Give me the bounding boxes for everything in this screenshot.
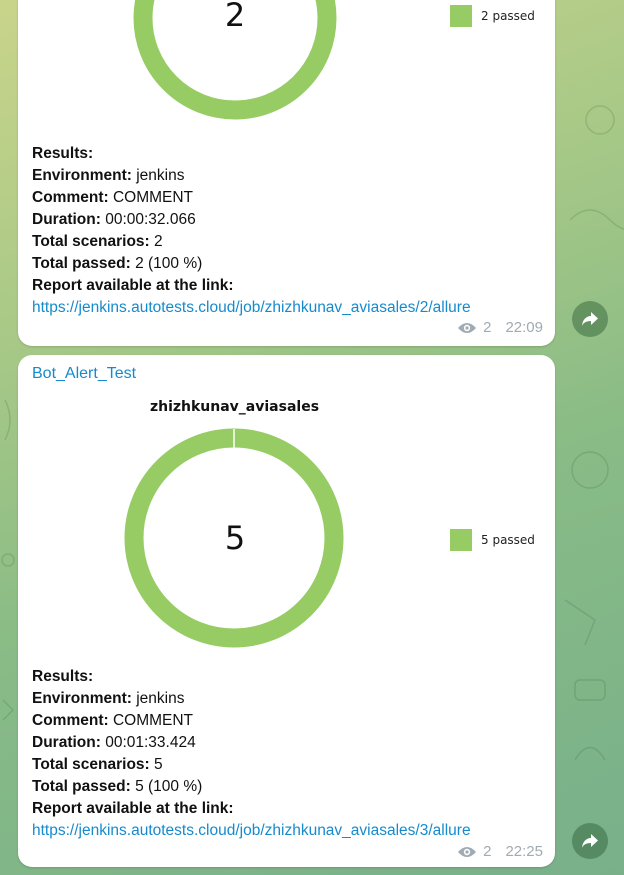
chart-title: zhizhkunav_aviasales (149, 399, 320, 415)
message-time: 22:25 (505, 843, 543, 860)
message-bubble[interactable]: 2 2 passed Results: Environment: jenkins… (18, 0, 555, 346)
report-label: Report available at the link: (32, 800, 234, 817)
results-heading: Results: (32, 668, 94, 685)
chart-total: 2 (224, 0, 246, 34)
message-time: 22:09 (505, 319, 543, 336)
report-link[interactable]: https://jenkins.autotests.cloud/job/zhiz… (32, 820, 471, 842)
comment-line: Comment: COMMENT (32, 712, 194, 729)
environment-line: Environment: jenkins (32, 690, 185, 707)
chart-legend: 5 passed (450, 529, 535, 551)
legend-swatch-passed (450, 529, 472, 551)
results-heading: Results: (32, 145, 94, 162)
chart-legend: 2 passed (450, 5, 535, 27)
environment-line: Environment: jenkins (32, 167, 185, 184)
scenarios-line: Total scenarios: 5 (32, 756, 163, 773)
chart-area: zhizhkunav_aviasales 5 5 passed (18, 395, 555, 655)
share-button[interactable] (572, 823, 608, 859)
results-text: Results: Environment: jenkins Comment: C… (32, 666, 471, 842)
eye-icon (458, 846, 477, 857)
view-count: 2 (483, 843, 492, 860)
results-text: Results: Environment: jenkins Comment: C… (32, 143, 471, 319)
eye-icon (458, 322, 477, 333)
scenarios-line: Total scenarios: 2 (32, 233, 163, 250)
sender-name[interactable]: Bot_Alert_Test (32, 365, 136, 383)
legend-label: 2 passed (481, 9, 535, 23)
message-meta: 2 22:25 (457, 843, 543, 860)
legend-swatch-passed (450, 5, 472, 27)
duration-line: Duration: 00:00:32.066 (32, 211, 196, 228)
passed-line: Total passed: 2 (100 %) (32, 255, 203, 272)
report-label: Report available at the link: (32, 277, 234, 294)
legend-label: 5 passed (481, 533, 535, 547)
chart-total: 5 (224, 519, 246, 557)
message-meta: 2 22:09 (457, 319, 543, 336)
message-bubble[interactable]: Bot_Alert_Test zhizhkunav_aviasales 5 5 … (18, 355, 555, 867)
passed-line: Total passed: 5 (100 %) (32, 778, 203, 795)
chart-area: 2 2 passed (18, 0, 555, 136)
report-link[interactable]: https://jenkins.autotests.cloud/job/zhiz… (32, 297, 471, 319)
share-button[interactable] (572, 301, 608, 337)
view-count: 2 (483, 319, 492, 336)
share-arrow-icon (582, 834, 598, 848)
comment-line: Comment: COMMENT (32, 189, 194, 206)
duration-line: Duration: 00:01:33.424 (32, 734, 196, 751)
share-arrow-icon (582, 312, 598, 326)
